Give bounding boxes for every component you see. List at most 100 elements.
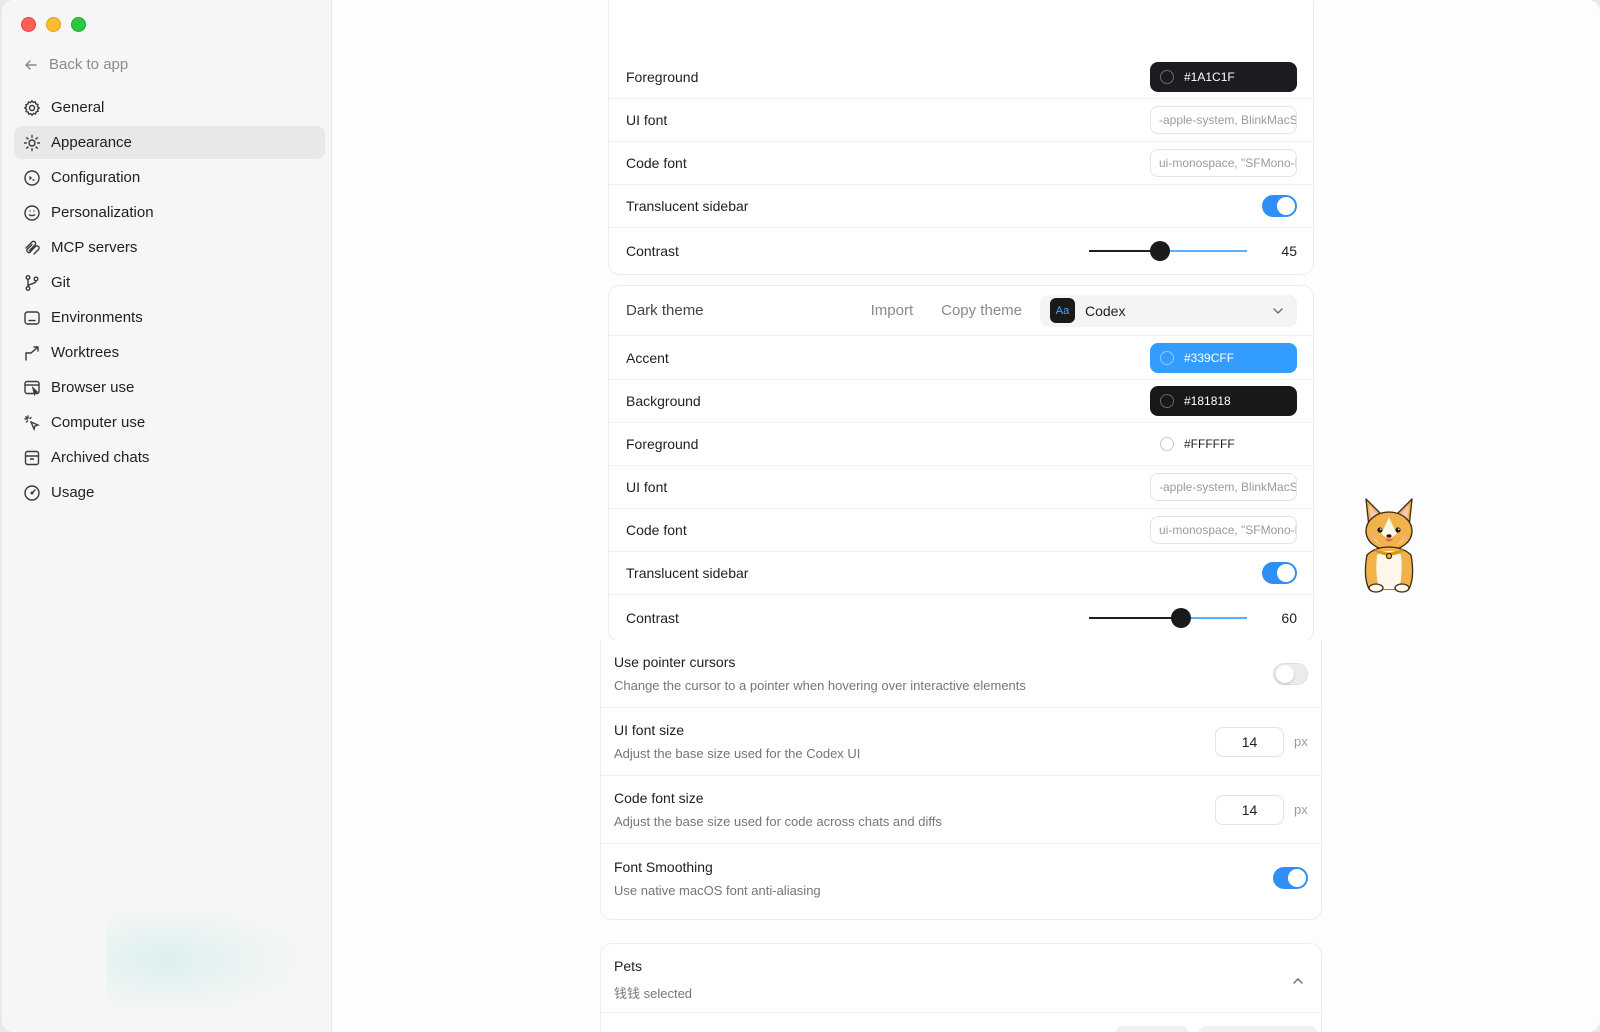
pointer-cursor-toggle[interactable] — [1273, 662, 1308, 685]
dark-foreground-value: #FFFFFF — [1184, 437, 1235, 451]
dark-translucent-label: Translucent sidebar — [626, 565, 749, 581]
dark-theme-card: Dark theme Import Copy theme Aa Codex Ac… — [608, 285, 1314, 642]
light-code-font-label: Code font — [626, 155, 687, 171]
color-dot-icon — [1160, 437, 1174, 451]
pets-selected-label: 钱钱 selected — [614, 986, 693, 1001]
dark-contrast-value: 60 — [1281, 610, 1297, 626]
theme-preset-select[interactable]: Aa Codex — [1040, 294, 1297, 327]
sidebar-item-configuration[interactable]: Configuration — [14, 161, 325, 194]
settings-window: Back to app General Appearance Configura… — [2, 0, 1600, 1032]
sidebar-item-environments[interactable]: Environments — [14, 301, 325, 334]
sidebar-item-computer-use[interactable]: Computer use — [14, 406, 325, 439]
dark-accent-row: Accent #339CFF — [609, 336, 1313, 380]
light-ui-font-input[interactable]: -apple-system, BlinkMacSystemFont — [1150, 106, 1297, 134]
light-foreground-color-button[interactable]: #1A1C1F — [1150, 61, 1297, 92]
theme-preset-name: Codex — [1085, 302, 1126, 319]
dark-background-value: #181818 — [1184, 394, 1231, 408]
main-content: Foreground #1A1C1F UI font -apple-system… — [332, 0, 1600, 1032]
ui-font-size-row: UI font size Adjust the base size used f… — [601, 708, 1321, 776]
sidebar-item-label: General — [51, 99, 105, 116]
sidebar-item-appearance[interactable]: Appearance — [14, 126, 325, 159]
dark-foreground-color-button[interactable]: #FFFFFF — [1150, 429, 1297, 459]
pets-section[interactable]: Pets 钱钱 selected — [600, 943, 1322, 1032]
worktrees-icon — [25, 345, 39, 361]
code-font-size-unit: px — [1294, 802, 1308, 817]
font-smoothing-description: Use native macOS font anti-aliasing — [614, 882, 821, 898]
settings-nav: General Appearance Configuration Persona… — [14, 91, 325, 511]
dark-background-color-button[interactable]: #181818 — [1150, 386, 1297, 416]
dark-theme-header: Dark theme Import Copy theme Aa Codex — [609, 286, 1313, 336]
theme-preset-badge: Aa — [1050, 298, 1075, 323]
config-icon — [24, 169, 40, 186]
dark-translucent-toggle[interactable] — [1262, 562, 1297, 584]
light-ui-font-row: UI font -apple-system, BlinkMacSystemFon… — [609, 99, 1313, 142]
light-contrast-label: Contrast — [626, 242, 679, 259]
import-button[interactable]: Import — [871, 302, 914, 319]
light-foreground-value: #1A1C1F — [1184, 69, 1235, 84]
light-foreground-label: Foreground — [626, 68, 699, 85]
cursor-click-icon — [24, 414, 40, 431]
sidebar-item-usage[interactable]: Usage — [14, 476, 325, 509]
font-smoothing-text: Font Smoothing Use native macOS font ant… — [614, 859, 1273, 898]
code-font-size-input[interactable]: 14 — [1215, 794, 1284, 825]
pointer-cursor-text: Use pointer cursors Change the cursor to… — [614, 654, 1273, 693]
dark-accent-color-button[interactable]: #339CFF — [1150, 342, 1297, 373]
sidebar-item-general[interactable]: General — [14, 91, 325, 124]
ui-font-size-text: UI font size Adjust the base size used f… — [614, 722, 1215, 761]
light-theme-card: Foreground #1A1C1F UI font -apple-system… — [608, 0, 1314, 275]
zoom-window-button[interactable] — [71, 17, 86, 32]
back-to-app-label: Back to app — [49, 56, 129, 73]
sidebar-glow-decoration — [107, 905, 307, 1015]
copy-theme-button[interactable]: Copy theme — [941, 302, 1022, 319]
sidebar-item-label: Browser use — [51, 379, 135, 396]
ui-font-size-input[interactable]: 14 — [1215, 726, 1284, 757]
pets-partial-button[interactable] — [1116, 1026, 1188, 1032]
sidebar-item-archived-chats[interactable]: Archived chats — [14, 441, 325, 474]
browser-icon — [24, 380, 40, 396]
light-translucent-toggle[interactable] — [1262, 195, 1297, 217]
gear-icon — [23, 99, 41, 116]
sidebar-item-personalization[interactable]: Personalization — [14, 196, 325, 229]
mcp-icon — [25, 240, 40, 255]
dark-contrast-slider[interactable] — [1089, 607, 1247, 629]
dark-code-font-input[interactable]: ui-monospace, "SFMono-Regular" — [1150, 516, 1297, 544]
pointer-cursor-description: Change the cursor to a pointer when hove… — [614, 678, 1026, 693]
environments-icon — [24, 310, 40, 325]
code-font-size-text: Code font size Adjust the base size used… — [614, 790, 1215, 829]
font-smoothing-title: Font Smoothing — [614, 858, 713, 875]
sidebar-item-browser-use[interactable]: Browser use — [14, 371, 325, 404]
font-smoothing-toggle[interactable] — [1273, 867, 1308, 889]
dark-foreground-label: Foreground — [626, 436, 699, 452]
dark-ui-font-input[interactable]: -apple-system, BlinkMacSystemFont — [1150, 473, 1297, 501]
light-contrast-slider[interactable] — [1089, 240, 1247, 262]
sidebar-item-label: MCP servers — [51, 239, 138, 256]
gauge-icon — [24, 484, 40, 501]
sidebar-item-mcp-servers[interactable]: MCP servers — [14, 231, 325, 264]
light-code-font-input[interactable]: ui-monospace, "SFMono-Regular" — [1150, 149, 1297, 177]
dark-contrast-row: Contrast 60 — [609, 595, 1313, 641]
ui-font-size-title: UI font size — [614, 722, 685, 738]
sidebar-item-label: Usage — [51, 484, 95, 501]
slider-thumb[interactable] — [1170, 608, 1191, 628]
pointer-cursor-row: Use pointer cursors Change the cursor to… — [601, 640, 1321, 708]
minimize-window-button[interactable] — [46, 17, 61, 32]
sidebar-item-label: Environments — [51, 309, 143, 326]
light-foreground-row: Foreground #1A1C1F — [609, 55, 1313, 99]
code-font-size-title: Code font size — [614, 790, 704, 806]
chevron-up-icon[interactable] — [1291, 974, 1305, 988]
dark-contrast-label: Contrast — [626, 610, 679, 626]
sidebar-item-git[interactable]: Git — [14, 266, 325, 299]
sun-icon — [23, 134, 41, 151]
sidebar-item-label: Appearance — [51, 134, 132, 151]
dark-translucent-row: Translucent sidebar — [609, 552, 1313, 595]
pets-partial-button[interactable] — [1199, 1026, 1317, 1032]
font-smoothing-row: Font Smoothing Use native macOS font ant… — [601, 844, 1321, 912]
light-contrast-value: 45 — [1281, 242, 1297, 259]
slider-thumb[interactable] — [1150, 240, 1171, 261]
close-window-button[interactable] — [21, 17, 36, 32]
dark-background-row: Background #181818 — [609, 380, 1313, 423]
sidebar-item-worktrees[interactable]: Worktrees — [14, 336, 325, 369]
back-to-app-link[interactable]: Back to app — [23, 56, 128, 73]
pets-title: Pets — [614, 958, 643, 974]
light-contrast-row: Contrast 45 — [609, 228, 1313, 273]
